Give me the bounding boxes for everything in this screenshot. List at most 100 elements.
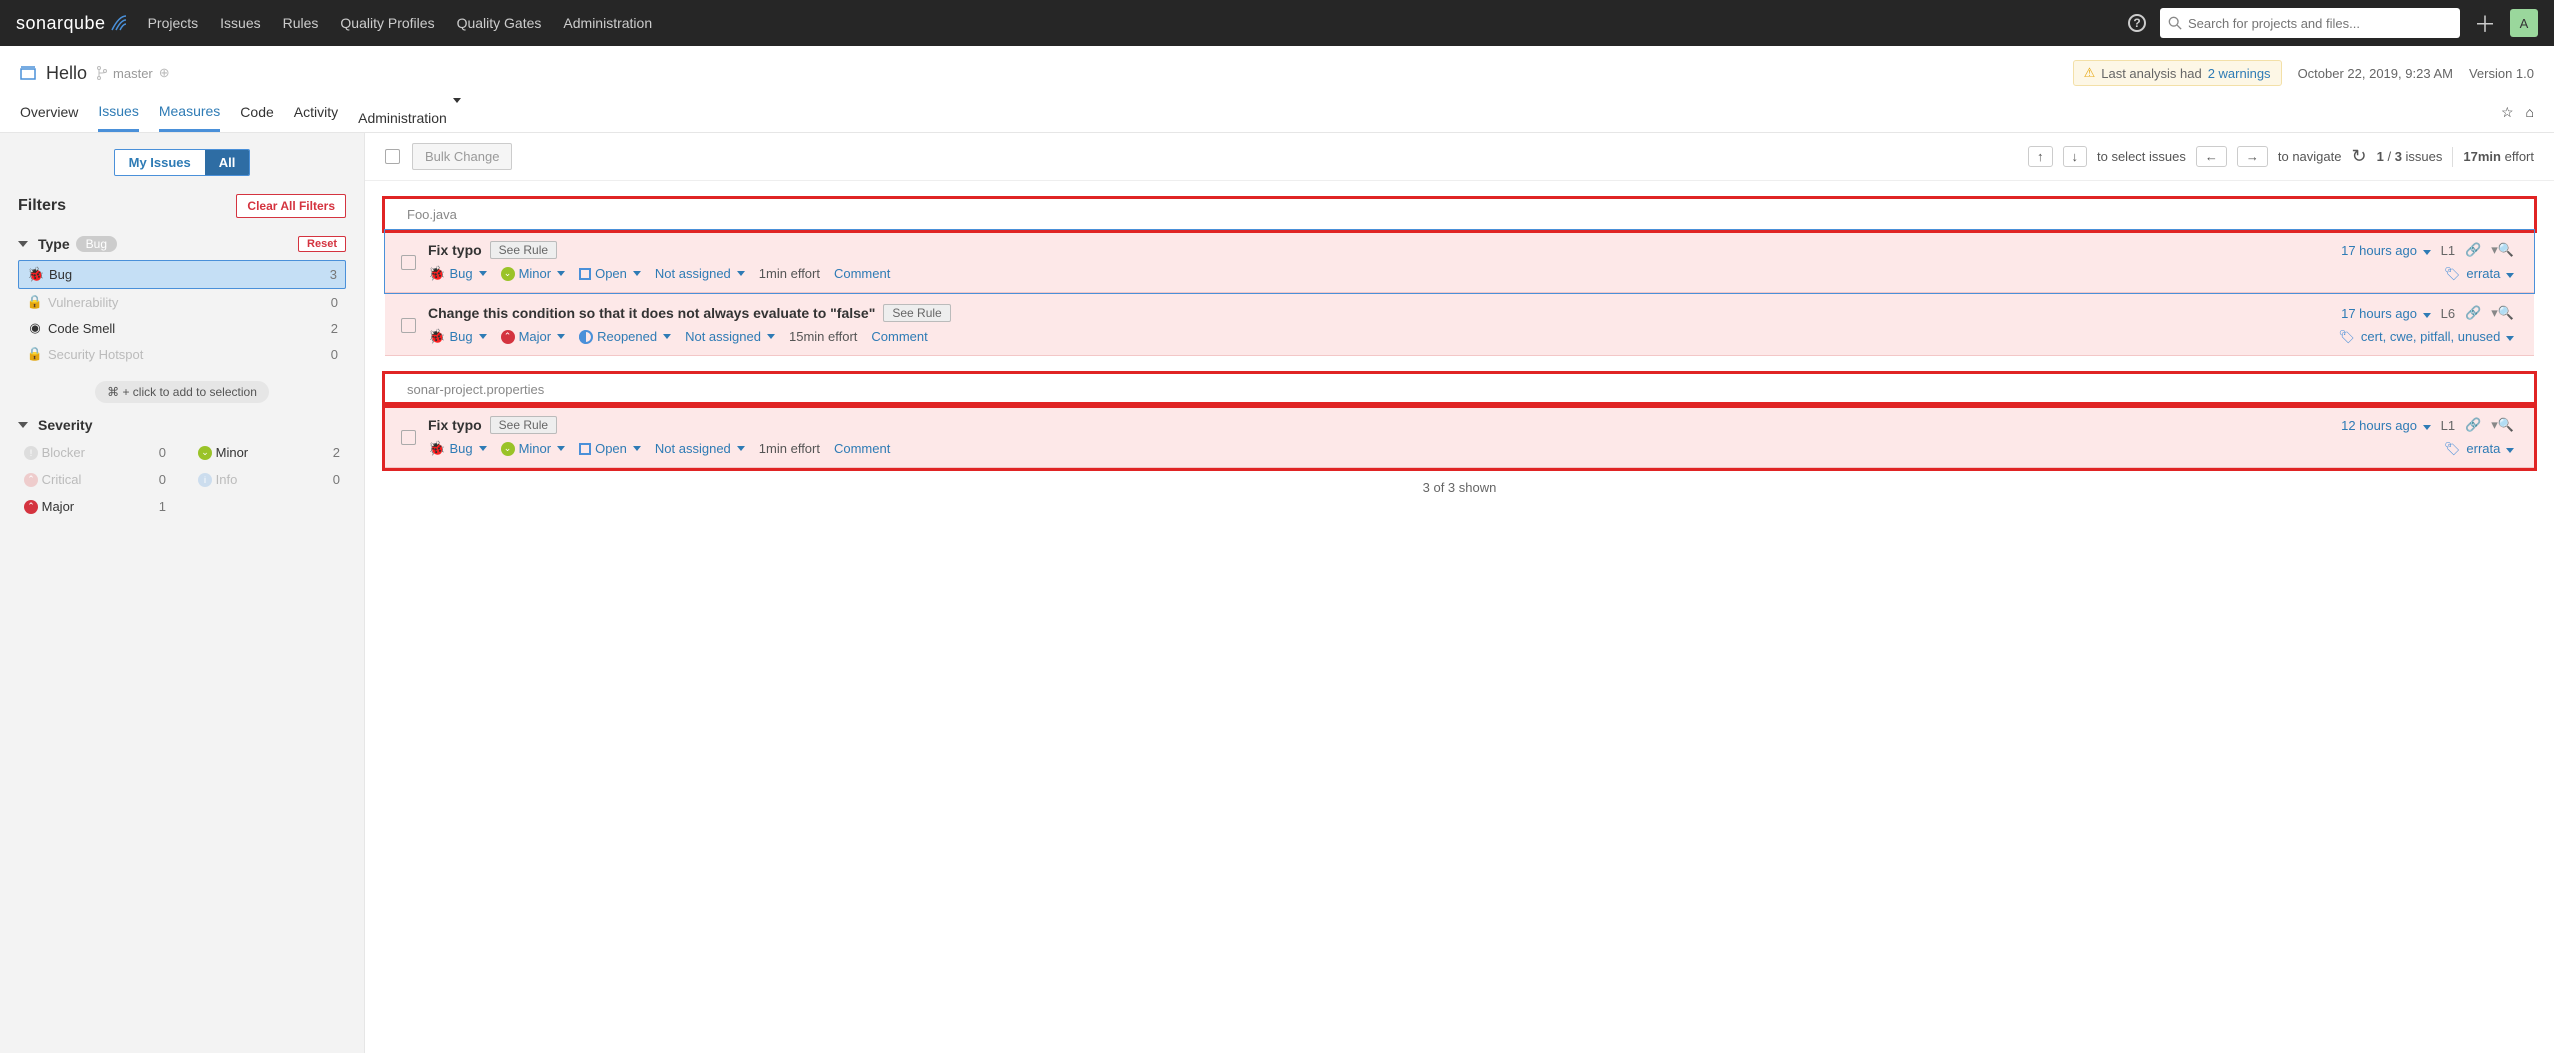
permalink-icon[interactable]: 🔗 bbox=[2465, 305, 2481, 321]
issue-severity[interactable]: ⌃ Major bbox=[501, 329, 566, 344]
issue-comment-link[interactable]: Comment bbox=[834, 441, 890, 456]
issue-tags[interactable]: cert, cwe, pitfall, unused bbox=[2361, 329, 2514, 344]
severity-info[interactable]: i Info0 bbox=[192, 468, 346, 491]
project-icon bbox=[20, 65, 36, 81]
global-search[interactable] bbox=[2160, 8, 2460, 38]
issue-row[interactable]: Change this condition so that it does no… bbox=[385, 293, 2534, 356]
issue-assignee[interactable]: Not assigned bbox=[655, 266, 745, 281]
help-icon[interactable]: ? bbox=[2128, 14, 2146, 32]
issue-type[interactable]: 🐞 Bug bbox=[428, 328, 487, 345]
warning-link[interactable]: 2 warnings bbox=[2208, 66, 2271, 81]
info-icon: i bbox=[198, 473, 212, 487]
issue-age[interactable]: 17 hours ago bbox=[2341, 306, 2431, 321]
tab-code[interactable]: Code bbox=[240, 94, 273, 130]
key-right: → bbox=[2237, 146, 2268, 167]
analysis-warning[interactable]: ⚠ Last analysis had 2 warnings bbox=[2073, 60, 2282, 86]
issue-group-header[interactable]: sonar-project.properties bbox=[385, 374, 2534, 405]
see-rule-button[interactable]: See Rule bbox=[883, 304, 950, 322]
see-rule-button[interactable]: See Rule bbox=[490, 416, 557, 434]
issue-row[interactable]: Fix typo See Rule 17 hours ago L1 🔗 ▾🔍 🐞… bbox=[385, 230, 2534, 293]
severity-critical[interactable]: ⌃ Critical0 bbox=[18, 468, 172, 491]
nav-rules[interactable]: Rules bbox=[283, 15, 319, 31]
issue-assignee[interactable]: Not assigned bbox=[655, 441, 745, 456]
issue-comment-link[interactable]: Comment bbox=[834, 266, 890, 281]
severity-blocker[interactable]: ! Blocker0 bbox=[18, 441, 172, 464]
tab-administration[interactable]: Administration bbox=[358, 88, 461, 136]
toggle-my-issues[interactable]: My Issues bbox=[115, 150, 205, 175]
permalink-icon[interactable]: 🔗 bbox=[2465, 242, 2481, 258]
issue-tags[interactable]: errata bbox=[2466, 441, 2514, 456]
issue-group-header[interactable]: Foo.java bbox=[385, 199, 2534, 230]
brand-logo[interactable]: sonarqube bbox=[16, 13, 128, 34]
facet-item-security-hotspot[interactable]: 🔒 Security Hotspot 0 bbox=[18, 341, 346, 367]
nav-quality-gates[interactable]: Quality Gates bbox=[457, 15, 542, 31]
facet-item-vulnerability[interactable]: 🔒 Vulnerability 0 bbox=[18, 289, 346, 315]
status-icon bbox=[579, 330, 593, 344]
tab-overview[interactable]: Overview bbox=[20, 94, 78, 130]
severity-icon: ⌄ bbox=[501, 442, 515, 456]
facet-item-bug[interactable]: 🐞 Bug 3 bbox=[18, 260, 346, 289]
issue-type[interactable]: 🐞 Bug bbox=[428, 440, 487, 457]
filter-similar-icon[interactable]: ▾🔍 bbox=[2491, 305, 2514, 321]
status-icon bbox=[579, 443, 591, 455]
user-avatar[interactable]: A bbox=[2510, 9, 2538, 37]
nav-projects[interactable]: Projects bbox=[148, 15, 199, 31]
filter-similar-icon[interactable]: ▾🔍 bbox=[2491, 242, 2514, 258]
issue-tags[interactable]: errata bbox=[2466, 266, 2514, 281]
facet-item-label: Code Smell bbox=[48, 321, 115, 336]
facet-item-count: 0 bbox=[331, 295, 338, 310]
facet-severity-header[interactable]: Severity bbox=[18, 417, 346, 433]
select-all-checkbox[interactable] bbox=[385, 149, 400, 164]
severity-minor[interactable]: ⌄ Minor2 bbox=[192, 441, 346, 464]
lock-icon: 🔒 bbox=[26, 346, 44, 362]
issue-status[interactable]: Open bbox=[579, 266, 641, 281]
tab-measures[interactable]: Measures bbox=[159, 93, 220, 132]
toggle-all-issues[interactable]: All bbox=[205, 150, 250, 175]
issue-title: Fix typo bbox=[428, 417, 482, 433]
issue-age[interactable]: 17 hours ago bbox=[2341, 243, 2431, 258]
create-icon[interactable]: ＋ bbox=[2474, 7, 2496, 39]
issue-effort: 1min effort bbox=[759, 266, 820, 281]
issue-comment-link[interactable]: Comment bbox=[871, 329, 927, 344]
lock-icon: 🔒 bbox=[26, 294, 44, 310]
brand-text: sonarqube bbox=[16, 13, 106, 34]
facet-type-label: Type bbox=[38, 236, 70, 252]
nav-hint: to navigate bbox=[2278, 149, 2342, 164]
refresh-icon[interactable]: ↻ bbox=[2351, 146, 2366, 167]
see-rule-button[interactable]: See Rule bbox=[490, 241, 557, 259]
tab-activity[interactable]: Activity bbox=[294, 94, 338, 130]
issue-checkbox[interactable] bbox=[401, 318, 416, 333]
search-input[interactable] bbox=[2188, 16, 2452, 31]
facet-type-reset-button[interactable]: Reset bbox=[298, 236, 346, 252]
nav-quality-profiles[interactable]: Quality Profiles bbox=[340, 15, 434, 31]
tab-issues[interactable]: Issues bbox=[98, 93, 138, 132]
issue-status[interactable]: Reopened bbox=[579, 329, 671, 344]
issue-status[interactable]: Open bbox=[579, 441, 641, 456]
facet-type-header[interactable]: Type Bug Reset bbox=[18, 236, 346, 252]
issue-age[interactable]: 12 hours ago bbox=[2341, 418, 2431, 433]
issue-type[interactable]: 🐞 Bug bbox=[428, 265, 487, 282]
severity-major[interactable]: ⌃ Major1 bbox=[18, 495, 172, 518]
facet-item-label: Bug bbox=[49, 267, 72, 282]
issue-assignee[interactable]: Not assigned bbox=[685, 329, 775, 344]
blocker-icon: ! bbox=[24, 446, 38, 460]
issue-row[interactable]: Fix typo See Rule 12 hours ago L1 🔗 ▾🔍 🐞… bbox=[385, 405, 2534, 468]
permalink-icon[interactable]: 🔗 bbox=[2465, 417, 2481, 433]
favorite-icon[interactable]: ☆ bbox=[2501, 94, 2514, 131]
clear-all-filters-button[interactable]: Clear All Filters bbox=[236, 194, 346, 218]
branch-selector[interactable]: master ⊕ bbox=[97, 65, 170, 81]
bulk-change-button[interactable]: Bulk Change bbox=[412, 143, 512, 170]
project-name[interactable]: Hello bbox=[46, 63, 87, 84]
issue-checkbox[interactable] bbox=[401, 255, 416, 270]
add-branch-icon[interactable]: ⊕ bbox=[159, 65, 170, 81]
facet-item-code-smell[interactable]: ◉ Code Smell 2 bbox=[18, 315, 346, 341]
nav-administration[interactable]: Administration bbox=[563, 15, 652, 31]
nav-issues[interactable]: Issues bbox=[220, 15, 260, 31]
issue-severity[interactable]: ⌄ Minor bbox=[501, 441, 566, 456]
issue-checkbox[interactable] bbox=[401, 430, 416, 445]
filter-similar-icon[interactable]: ▾🔍 bbox=[2491, 417, 2514, 433]
issue-severity[interactable]: ⌄ Minor bbox=[501, 266, 566, 281]
facet-severity-list: ! Blocker0 ⌄ Minor2 ⌃ Critical0 i Info0 … bbox=[18, 441, 346, 518]
code-smell-icon: ◉ bbox=[26, 320, 44, 336]
home-icon[interactable]: ⌂ bbox=[2526, 94, 2534, 131]
